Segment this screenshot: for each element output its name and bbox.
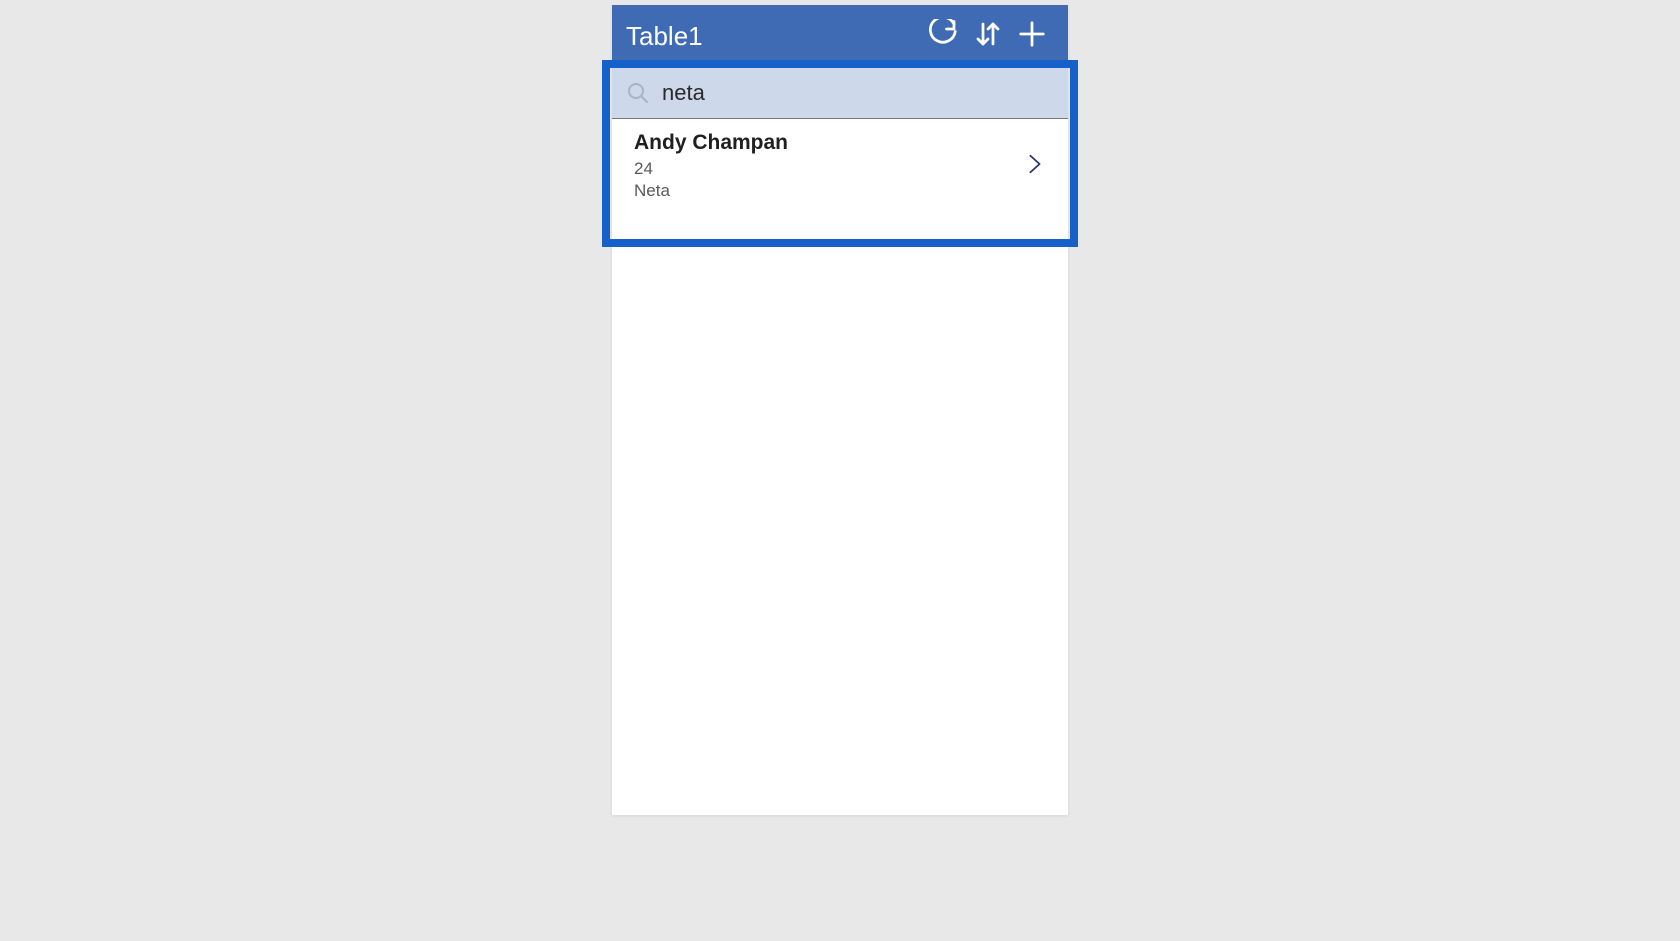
sort-icon (973, 19, 1003, 54)
search-icon (626, 81, 650, 105)
sort-button[interactable] (966, 14, 1010, 58)
item-primary-text: Andy Champan (634, 131, 1024, 155)
item-secondary-text: 24 (634, 159, 1024, 179)
refresh-button[interactable] (922, 14, 966, 58)
list-item[interactable]: Andy Champan 24 Neta (612, 119, 1068, 215)
app-frame: Table1 (612, 5, 1068, 815)
search-row (612, 67, 1068, 119)
list-item-body: Andy Champan 24 Neta (634, 131, 1024, 201)
item-tertiary-text: Neta (634, 181, 1024, 201)
page-title: Table1 (626, 21, 922, 52)
results-list: Andy Champan 24 Neta (612, 119, 1068, 815)
chevron-right-icon (1024, 149, 1046, 184)
add-button[interactable] (1010, 14, 1054, 58)
header-bar: Table1 (612, 5, 1068, 67)
search-input[interactable] (662, 80, 1054, 106)
refresh-icon (929, 19, 959, 54)
plus-icon (1017, 19, 1047, 54)
